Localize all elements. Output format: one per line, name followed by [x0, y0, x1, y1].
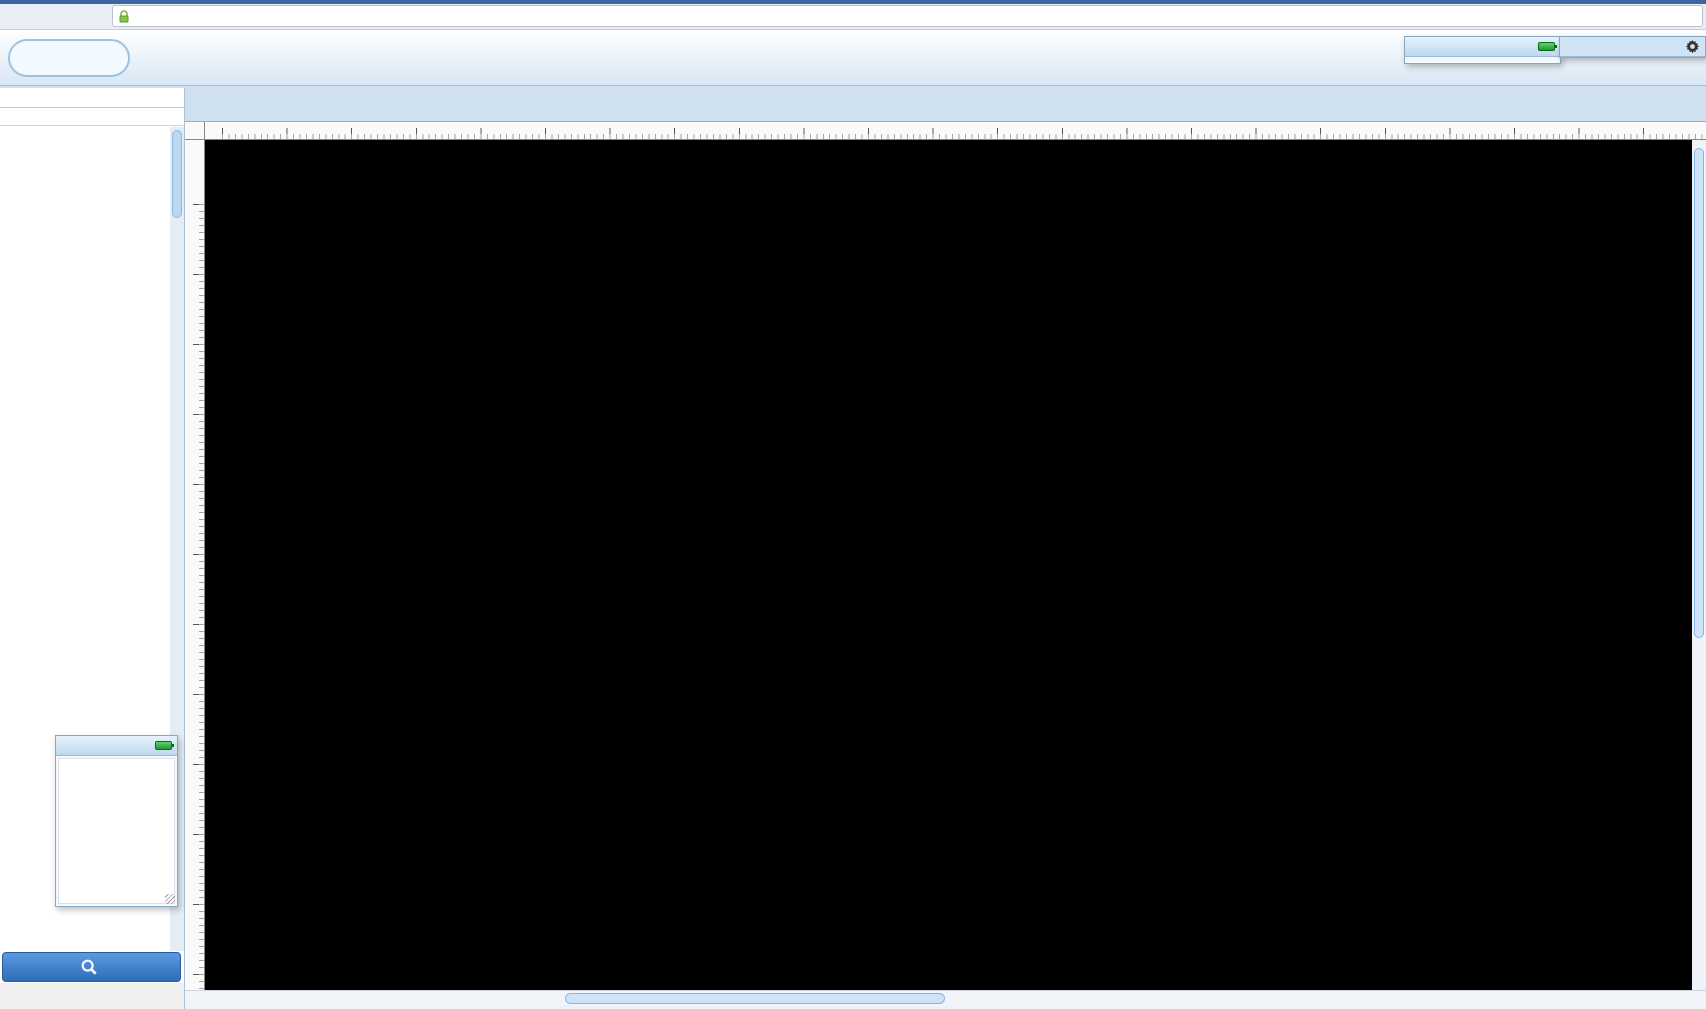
- ruler-corner: [185, 122, 205, 140]
- sidebar-footer: [0, 983, 184, 1009]
- easyeda-editor-window: [0, 0, 1706, 1009]
- preview-body: [58, 758, 175, 904]
- pcb-canvas[interactable]: [205, 140, 1692, 990]
- browser-home-button[interactable]: [88, 3, 112, 27]
- preview-panel: [55, 735, 178, 907]
- library-select[interactable]: [0, 88, 184, 108]
- browser-chrome: [0, 0, 1706, 30]
- browser-tab-strip: [0, 0, 1706, 4]
- horizontal-ruler: [205, 122, 1706, 140]
- search-icon: [80, 958, 98, 976]
- vertical-scroll-thumb[interactable]: [1694, 148, 1704, 638]
- minimize-panel-icon[interactable]: [1538, 42, 1555, 51]
- layers-header[interactable]: [1560, 37, 1705, 57]
- vertical-ruler: [185, 140, 205, 990]
- browser-url-bar[interactable]: [112, 5, 1703, 27]
- minimize-panel-icon[interactable]: [155, 741, 172, 750]
- easyeda-logo: [8, 39, 130, 77]
- filter-row: [0, 108, 184, 126]
- browser-refresh-button[interactable]: [62, 3, 86, 27]
- horizontal-scroll-thumb[interactable]: [565, 993, 945, 1004]
- filter-input[interactable]: [5, 110, 179, 124]
- sidebar-scroll-thumb[interactable]: [172, 130, 182, 218]
- pcb-tools-panel: [1404, 36, 1561, 64]
- pcb-tools-header[interactable]: [1405, 37, 1560, 57]
- document-tabs: [0, 86, 1706, 122]
- https-lock-icon: [119, 10, 129, 23]
- more-libraries-button[interactable]: [2, 952, 181, 982]
- gear-icon[interactable]: [1685, 39, 1700, 54]
- browser-back-button[interactable]: [6, 3, 30, 27]
- layers-panel: [1559, 36, 1706, 58]
- horizontal-scrollbar[interactable]: [185, 990, 1706, 1006]
- vertical-scrollbar[interactable]: [1692, 140, 1706, 990]
- browser-forward-button[interactable]: [34, 3, 58, 27]
- resize-handle[interactable]: [165, 894, 175, 904]
- preview-header[interactable]: [56, 736, 177, 756]
